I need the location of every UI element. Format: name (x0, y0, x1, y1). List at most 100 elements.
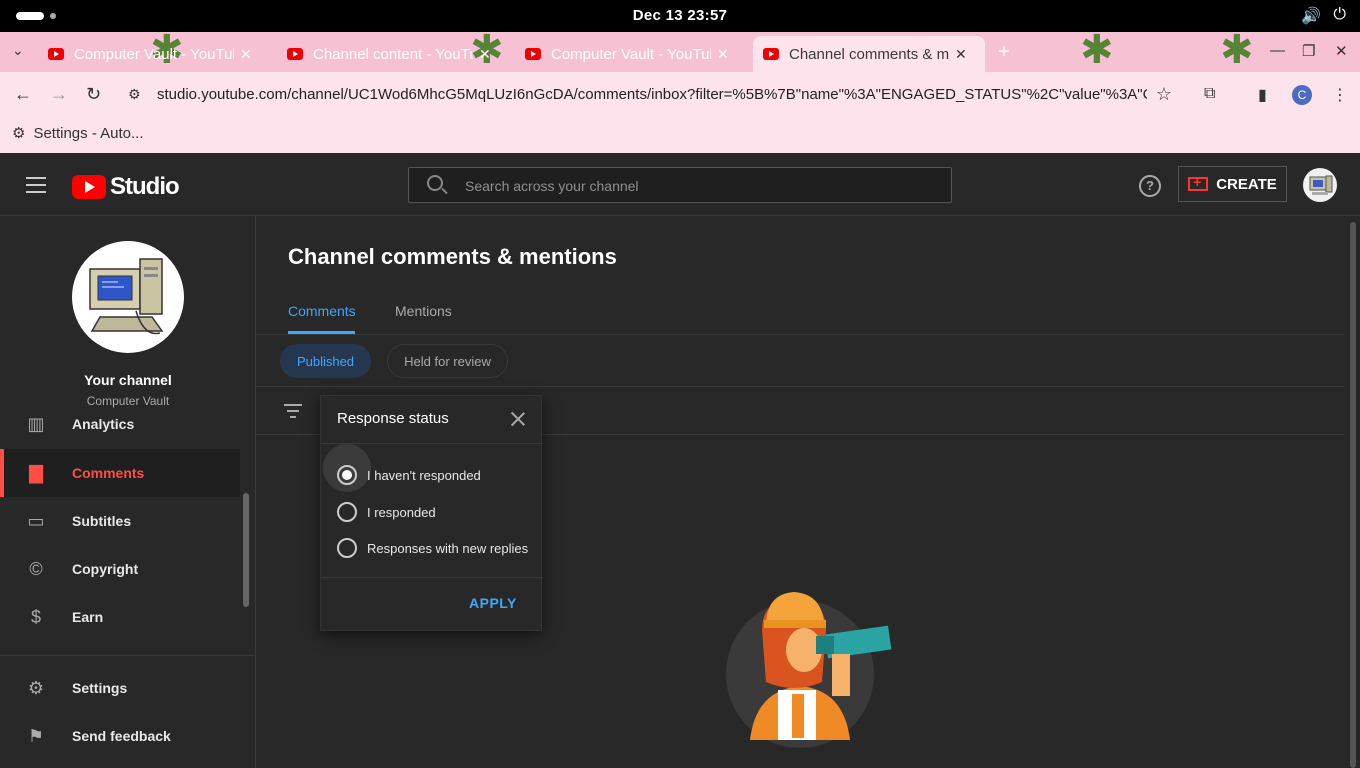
sidebar-scrollbar[interactable] (243, 493, 249, 607)
radio-option-new-replies[interactable]: Responses with new replies (337, 536, 528, 560)
sidebar-item-label: Analytics (72, 416, 135, 432)
browser-tab-active[interactable]: Channel comments & mentions ✕ (753, 36, 985, 72)
feedback-icon: ⚑ (27, 725, 45, 746)
youtube-logo-icon (72, 175, 106, 199)
studio-logo[interactable]: Studio (72, 173, 180, 201)
filter-icon[interactable] (284, 404, 302, 422)
close-tab-icon[interactable]: ✕ (479, 46, 491, 63)
search-input[interactable]: Search across your channel (408, 167, 952, 203)
tabs-divider (256, 334, 1344, 335)
reload-icon[interactable]: ↻ (86, 84, 101, 105)
chips-divider (256, 386, 1344, 387)
sidebar: Your channel Computer Vault ▥ Analytics … (0, 216, 256, 768)
radio-checked-icon[interactable] (337, 465, 357, 485)
radio-label: I responded (367, 504, 436, 520)
create-label: CREATE (1216, 175, 1277, 193)
youtube-favicon-icon (48, 48, 64, 60)
your-channel-label: Your channel (84, 372, 172, 388)
bookmark-label: Settings - Auto... (33, 124, 144, 142)
settings-gear-icon: ⚙ (12, 125, 26, 142)
close-icon[interactable] (509, 410, 527, 428)
radio-option-not-responded[interactable]: I haven't responded (337, 463, 481, 487)
bookmark-item[interactable]: ⚙ Settings - Auto... (12, 124, 144, 143)
close-tab-icon[interactable]: ✕ (240, 46, 252, 63)
forward-icon[interactable]: → (50, 84, 68, 105)
copyright-icon: © (29, 558, 43, 579)
chip-published[interactable]: Published (280, 344, 371, 378)
sidebar-item-label: Comments (72, 465, 145, 481)
site-info-icon[interactable]: ⚙ (128, 86, 141, 103)
new-tab-icon[interactable]: + (998, 41, 1010, 64)
close-tab-icon[interactable]: ✕ (717, 46, 729, 63)
sidebar-item-earn[interactable]: $ Earn (0, 593, 240, 641)
sidebar-item-label: Settings (72, 680, 128, 696)
response-status-popup: Response status I haven't responded I re… (320, 395, 543, 631)
power-icon[interactable]: ⏻ (1333, 6, 1346, 26)
chip-held-for-review[interactable]: Held for review (387, 344, 508, 378)
tab-comments[interactable]: Comments (288, 303, 356, 319)
bookmark-star-icon[interactable]: ☆ (1156, 84, 1172, 105)
browser-profile-avatar[interactable]: C (1292, 85, 1312, 105)
tab-mentions[interactable]: Mentions (395, 303, 452, 319)
theme-leaf-icon: ✱ (1080, 32, 1114, 72)
youtube-favicon-icon (287, 48, 303, 60)
tab-title: Channel comments & mentions (789, 45, 949, 63)
clock[interactable]: Dec 13 23:57 (0, 7, 1360, 24)
address-bar[interactable]: ⚙ studio.youtube.com/channel/UC1Wod6MhcG… (124, 81, 1180, 109)
sidebar-item-copyright[interactable]: © Copyright (0, 545, 240, 593)
os-top-bar: Dec 13 23:57 🔊 ⏻ (0, 0, 1360, 32)
youtube-favicon-icon (763, 48, 779, 60)
sidebar-item-settings[interactable]: ⚙ Settings (0, 664, 240, 712)
extensions-icon[interactable]: ⧉ (1204, 85, 1215, 103)
sidebar-item-comments[interactable]: ▇ Comments (0, 449, 240, 497)
sidebar-item-subtitles[interactable]: ▭ Subtitles (0, 497, 240, 545)
sidebar-item-label: Copyright (72, 561, 139, 577)
system-tray[interactable]: 🔊 ⏻ (1301, 6, 1346, 26)
channel-avatar[interactable] (72, 241, 184, 353)
radio-option-responded[interactable]: I responded (337, 500, 436, 524)
browser-tab[interactable]: Computer Vault - YouTube ✕ (38, 36, 270, 72)
sidebar-item-send-feedback[interactable]: ⚑ Send feedback (0, 712, 240, 760)
create-button[interactable]: CREATE (1178, 166, 1287, 202)
tab-search-chevron-icon[interactable]: ⌄ (12, 42, 24, 59)
analytics-icon: ▥ (27, 414, 45, 434)
empty-state-illustration (726, 590, 902, 760)
close-window-icon[interactable]: ✕ (1335, 42, 1348, 60)
sidebar-divider (0, 655, 256, 656)
radio-label: Responses with new replies (367, 540, 529, 556)
channel-name: Computer Vault (86, 394, 170, 408)
studio-header: Studio Search across your channel ? CREA… (0, 153, 1360, 216)
create-video-icon (1188, 174, 1209, 191)
browser-tab[interactable]: Computer Vault - YouTube ✕ (515, 36, 747, 72)
comments-icon: ▇ (29, 462, 43, 483)
radio-unchecked-icon[interactable] (337, 502, 357, 522)
sidebar-item-label: Send feedback (72, 728, 171, 744)
help-icon[interactable]: ? (1139, 175, 1161, 197)
sidebar-item-analytics-partial[interactable]: ▥ Analytics (0, 414, 256, 436)
close-tab-icon[interactable]: ✕ (955, 46, 967, 63)
browser-tab[interactable]: Channel content - YouTube ✕ (277, 36, 509, 72)
side-panel-icon[interactable]: ▮ (1258, 85, 1267, 105)
account-avatar[interactable] (1303, 168, 1337, 202)
apply-button[interactable]: APPLY (469, 595, 517, 611)
popup-divider (321, 577, 543, 578)
popup-divider (321, 443, 543, 444)
menu-icon[interactable] (26, 177, 46, 198)
youtube-favicon-icon (525, 48, 541, 60)
tab-title: Channel content - YouTube (313, 45, 473, 63)
tab-title: Computer Vault - YouTube (551, 45, 711, 63)
radio-unchecked-icon[interactable] (337, 538, 357, 558)
theme-leaf-icon: ✱ (1220, 32, 1254, 72)
restore-icon[interactable]: ❐ (1302, 42, 1315, 60)
back-icon[interactable]: ← (14, 84, 32, 105)
main-scrollbar[interactable] (1350, 222, 1356, 768)
browser-tab-strip: ✱ ✱ ✱ ✱ ⌄ Computer Vault - YouTube ✕ Cha… (0, 32, 1360, 72)
sidebar-item-label: Subtitles (72, 513, 132, 529)
dollar-icon: $ (30, 606, 41, 627)
minimize-icon[interactable]: — (1270, 42, 1285, 59)
volume-icon[interactable]: 🔊 (1301, 6, 1321, 26)
sidebar-item-label: Earn (72, 609, 104, 625)
url-text[interactable]: studio.youtube.com/channel/UC1Wod6MhcG5M… (157, 86, 1147, 103)
bookmarks-bar: ⚙ Settings - Auto... (0, 118, 1360, 153)
browser-menu-icon[interactable]: ⋮ (1332, 85, 1348, 105)
